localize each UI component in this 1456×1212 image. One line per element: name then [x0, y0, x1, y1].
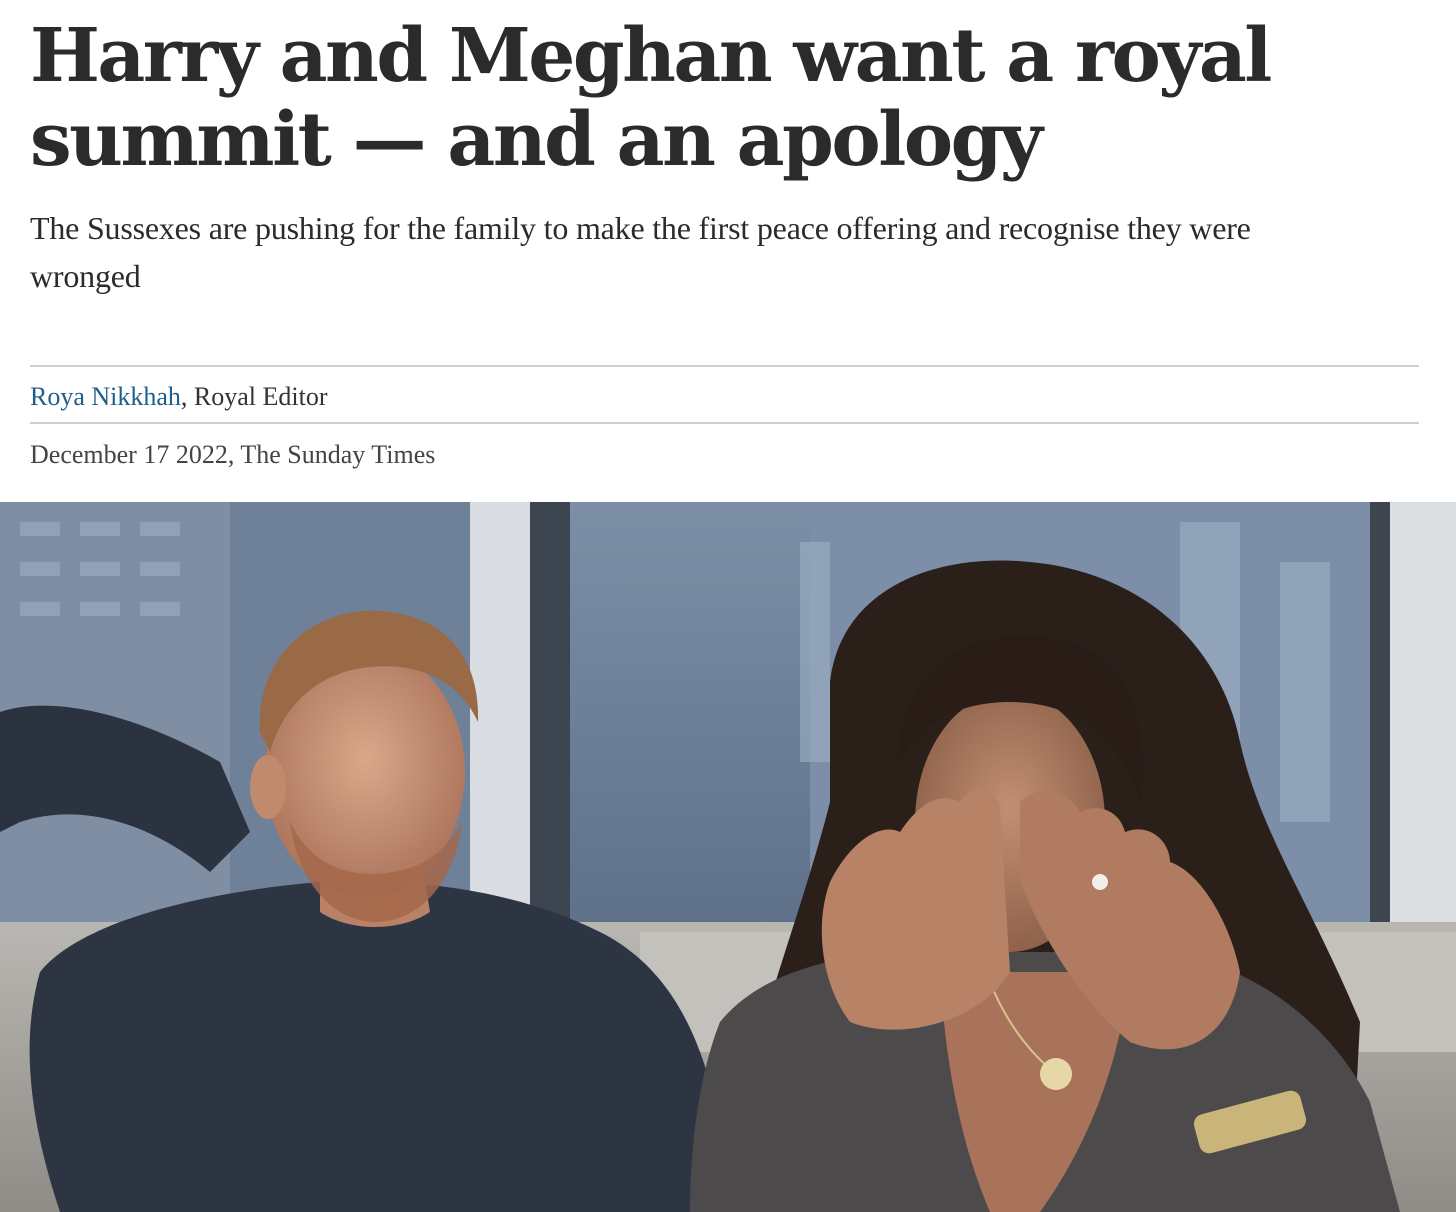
- divider-bottom: [30, 422, 1419, 424]
- author-role: Royal Editor: [193, 382, 328, 411]
- hero-image: [0, 502, 1456, 1212]
- author-link[interactable]: Roya Nikkhah: [30, 382, 181, 411]
- article-header: Harry and Meghan want a royal summit — a…: [30, 0, 1420, 300]
- byline-separator: ,: [180, 382, 194, 411]
- hero-photo: [0, 502, 1456, 1212]
- standfirst: The Sussexes are pushing for the family …: [30, 210, 1251, 294]
- divider-top: [30, 365, 1419, 367]
- headline: Harry and Meghan want a royal summit — a…: [30, 13, 1272, 183]
- byline: Roya Nikkhah, Royal Editor: [30, 380, 328, 414]
- dateline: December 17 2022, The Sunday Times: [30, 440, 436, 469]
